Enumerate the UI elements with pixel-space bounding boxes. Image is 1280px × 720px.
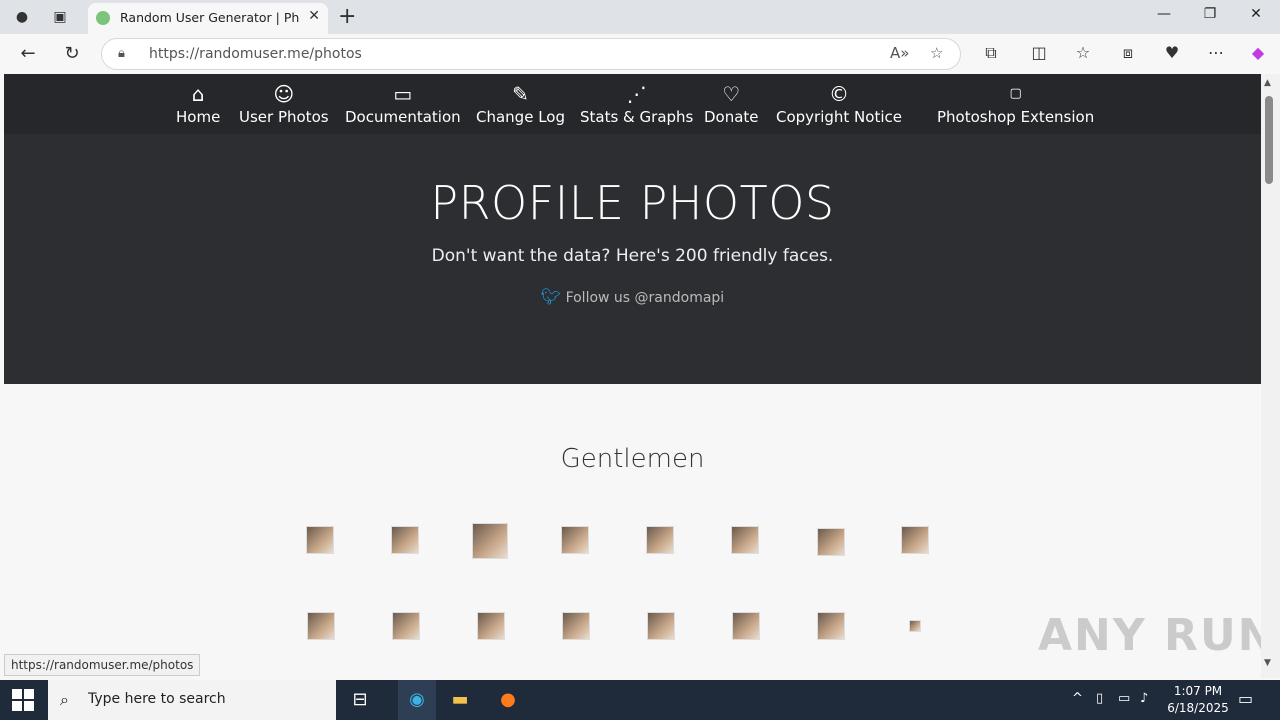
home-icon: ⌂	[191, 82, 205, 106]
book-icon: ▭	[393, 82, 413, 106]
scroll-thumb[interactable]	[1265, 96, 1273, 184]
nav-photoshop-extension[interactable]: ▢ Photoshop Extension	[937, 82, 1094, 126]
nav-label: Change Log	[476, 108, 565, 126]
clock-date: 6/18/2025	[1167, 701, 1229, 715]
settings-more-icon[interactable]: ⋯	[1205, 43, 1227, 62]
nav-change-log[interactable]: ✎ Change Log	[476, 82, 565, 126]
nav-user-photos[interactable]: ☺ User Photos	[239, 82, 329, 126]
nav-documentation[interactable]: ▭ Documentation	[345, 82, 461, 126]
address-bar[interactable]: 🔒︎ https://randomuser.me/photos A» ☆	[101, 38, 961, 70]
extensions-icon[interactable]: ⧉	[980, 43, 1002, 63]
file-explorer-icon[interactable]: ▬	[448, 688, 472, 712]
profile-photo[interactable]	[646, 526, 674, 554]
nav-label: Stats & Graphs	[580, 108, 694, 126]
edge-icon[interactable]: ◉	[398, 680, 436, 720]
read-aloud-icon[interactable]: A»	[890, 44, 909, 62]
notifications-icon[interactable]: ▭	[1238, 689, 1253, 708]
scroll-up-icon[interactable]: ▲	[1264, 78, 1271, 88]
watermark-logo: ANY RUN	[1038, 610, 1277, 661]
twitter-follow-link[interactable]: 🐦︎ Follow us @randomapi	[4, 287, 1261, 306]
profile-photo[interactable]	[817, 612, 845, 640]
page-content: ⌂ Home ☺ User Photos ▭ Documentation ✎ C…	[4, 74, 1261, 678]
close-window-icon[interactable]: ✕	[1244, 6, 1268, 22]
copilot-icon[interactable]: ◆	[1247, 43, 1269, 62]
nav-label: Copyright Notice	[776, 108, 902, 126]
back-icon[interactable]: ←	[16, 43, 40, 64]
reload-icon[interactable]: ↻	[60, 43, 84, 64]
scroll-down-icon[interactable]: ▼	[1264, 658, 1271, 668]
split-screen-icon[interactable]: ◫	[1028, 43, 1050, 62]
nav-label: Home	[176, 108, 221, 126]
hero-subtitle: Don't want the data? Here's 200 friendly…	[431, 246, 834, 266]
nav-label: User Photos	[239, 108, 329, 126]
task-view-icon[interactable]: ⊟	[348, 688, 372, 712]
tray-chevron-icon[interactable]: ^	[1072, 691, 1083, 706]
profile-photo[interactable]	[817, 528, 845, 556]
site-info-icon[interactable]: 🔒︎	[118, 46, 125, 61]
taskbar-clock[interactable]: 1:07 PM 6/18/2025	[1160, 683, 1236, 717]
profile-photo[interactable]	[732, 612, 760, 640]
nav-label: Donate	[704, 108, 759, 126]
url-text[interactable]: https://randomuser.me/photos	[149, 46, 362, 62]
network-icon[interactable]: ▭	[1118, 691, 1130, 706]
browser-essentials-icon[interactable]: ♥	[1161, 43, 1183, 62]
nav-label: Documentation	[345, 108, 461, 126]
profile-photo[interactable]	[561, 526, 589, 554]
address-toolbar: ← ↻ 🔒︎ https://randomuser.me/photos A» ☆…	[0, 34, 1280, 74]
profile-photo[interactable]	[731, 526, 759, 554]
tab-title: Random User Generator | Photos	[120, 10, 300, 25]
nav-stats-graphs[interactable]: ⋰ Stats & Graphs	[580, 82, 693, 126]
profile-photo[interactable]	[472, 523, 508, 559]
profile-icon[interactable]: ●	[12, 7, 32, 27]
twitter-bird-icon: 🐦︎	[540, 287, 562, 306]
site-nav: ⌂ Home ☺ User Photos ▭ Documentation ✎ C…	[4, 74, 1261, 134]
nav-donate[interactable]: ♡ Donate	[704, 82, 759, 126]
profile-photo[interactable]	[306, 526, 334, 554]
search-icon: ⌕	[60, 690, 69, 709]
photoshop-icon: ▢	[1009, 86, 1022, 101]
status-bar-url: https://randomuser.me/photos	[4, 654, 201, 676]
nav-home[interactable]: ⌂ Home	[176, 82, 220, 126]
taskbar-search[interactable]: ⌕ Type here to search	[48, 680, 336, 720]
profile-photo[interactable]	[392, 612, 420, 640]
new-tab-icon[interactable]: +	[338, 4, 356, 29]
page-title: PROFILE PHOTOS	[430, 176, 835, 230]
favicon-icon	[96, 11, 110, 25]
nav-copyright[interactable]: © Copyright Notice	[776, 82, 902, 126]
browser-tab[interactable]: Random User Generator | Photos ✕	[88, 3, 328, 34]
windows-start-icon[interactable]	[12, 689, 34, 711]
profile-photo[interactable]	[477, 612, 505, 640]
tray-device-icon[interactable]: ▯	[1096, 691, 1103, 706]
profile-photo[interactable]	[901, 526, 929, 554]
tab-actions-icon[interactable]: ▣	[50, 7, 70, 27]
copyright-icon: ©	[828, 82, 849, 106]
profile-photo[interactable]	[391, 526, 419, 554]
windows-taskbar: ⌕ Type here to search ⊟ ◉ ▬ ● ^ ▯ ▭ ♪ 1:…	[0, 680, 1280, 720]
twitter-label: Follow us @randomapi	[565, 290, 725, 306]
tab-close-icon[interactable]: ✕	[308, 8, 320, 24]
favorite-star-icon[interactable]: ☆	[930, 44, 943, 62]
profile-photo[interactable]	[562, 612, 590, 640]
search-placeholder: Type here to search	[88, 691, 226, 707]
heart-icon: ♡	[722, 82, 741, 106]
profile-photo[interactable]	[909, 620, 921, 632]
firefox-icon[interactable]: ●	[496, 688, 520, 712]
user-icon: ☺	[273, 82, 295, 106]
collections-icon[interactable]: ⧈	[1117, 43, 1139, 63]
favorites-icon[interactable]: ☆	[1072, 43, 1094, 62]
graph-icon: ⋰	[626, 82, 647, 106]
minimize-icon[interactable]: —	[1152, 6, 1176, 22]
pencil-icon: ✎	[512, 82, 529, 106]
browser-tab-bar: ● ▣ Random User Generator | Photos ✕ + —…	[0, 0, 1280, 34]
profile-photo[interactable]	[647, 612, 675, 640]
volume-icon[interactable]: ♪	[1140, 691, 1148, 706]
section-title: Gentlemen	[560, 444, 705, 474]
nav-label: Photoshop Extension	[937, 108, 1095, 126]
hero-banner: PROFILE PHOTOS Don't want the data? Here…	[4, 134, 1261, 384]
profile-photo[interactable]	[307, 612, 335, 640]
restore-icon[interactable]: ❐	[1198, 6, 1222, 22]
clock-time: 1:07 PM	[1173, 684, 1223, 698]
